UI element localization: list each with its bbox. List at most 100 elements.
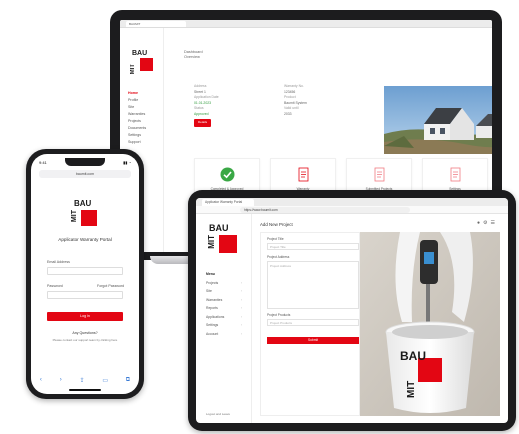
chevron-right-icon: ›: [240, 331, 242, 336]
svg-text:BAU: BAU: [400, 349, 426, 363]
help-title: Any Questions?: [72, 331, 98, 335]
header-icons: ●⚙☰: [477, 220, 498, 226]
house-photo: [384, 86, 492, 154]
phone-screen: 9:41 ▮▮ ◔ baumit.com BAU MIT Applicator …: [31, 154, 139, 394]
page-header: Dashboard Overview: [184, 50, 203, 60]
browser-tab-bar: BAUMIT: [120, 20, 492, 28]
browser-toolbar: ‹ › ⇪ ▭ ⧉: [31, 372, 139, 388]
sidebar-item-profile[interactable]: Profile: [128, 97, 146, 104]
logo-text-top: BAU: [209, 223, 229, 233]
status-bar: 9:41 ▮▮ ◔: [39, 160, 131, 165]
portal-title: Applicator Warranty Portal: [58, 237, 112, 242]
project-products-input[interactable]: Project Products: [267, 319, 359, 326]
sidebar-item-label: Reports: [206, 306, 218, 310]
back-icon[interactable]: ‹: [40, 377, 42, 383]
password-field[interactable]: [47, 291, 123, 299]
phone-device: 9:41 ▮▮ ◔ baumit.com BAU MIT Applicator …: [26, 149, 144, 399]
logo-red-square: [140, 58, 153, 71]
logo-red-square: [219, 235, 237, 253]
sidebar-item-account[interactable]: Account ›: [206, 330, 242, 339]
worker-bucket-photo: BAU MIT: [360, 232, 500, 416]
svg-text:MIT: MIT: [406, 381, 417, 398]
chevron-right-icon: ›: [240, 297, 242, 302]
chevron-right-icon: ›: [240, 289, 242, 293]
tablet-device: Applicator Warranty Portal https://www.b…: [188, 190, 516, 431]
baumit-logo: BAU MIT: [71, 200, 99, 228]
sidebar-menu: Menu Projects › Site › Warranties › Reports…: [206, 270, 242, 338]
browser-tab[interactable]: Applicator Warranty Portal: [202, 199, 254, 206]
sidebar-item-reports[interactable]: Reports ›: [206, 304, 242, 313]
submit-button[interactable]: Submit: [267, 337, 359, 344]
login-button[interactable]: Log in: [47, 312, 123, 321]
tabs-icon[interactable]: ⧉: [126, 377, 130, 384]
sidebar-item-label: Projects: [206, 280, 219, 285]
sidebar: BAU MIT Menu Projects › Site › Warranties ›…: [196, 214, 252, 423]
sidebar-item-settings[interactable]: Settings ›: [206, 321, 242, 330]
forgot-password-link[interactable]: Forgot Password: [97, 284, 124, 288]
browser-toolbar: https://www.baumit.com: [196, 206, 508, 214]
project-title-input[interactable]: Project Title: [267, 243, 359, 250]
new-project-form: Project Title Project Title Project Addr…: [260, 232, 360, 416]
sidebar-item-home[interactable]: Home: [128, 90, 146, 97]
sidebar-item-label: Applications: [206, 314, 225, 319]
password-label: Password: [47, 284, 63, 288]
page-title: Add New Project: [260, 222, 293, 227]
menu-icon[interactable]: ☰: [491, 220, 498, 226]
document-icon: [374, 167, 385, 182]
info-value: 2033: [284, 111, 292, 116]
baumit-logo: BAU MIT: [130, 50, 154, 75]
baumit-logo: BAU MIT: [207, 223, 238, 254]
worker-bucket-graphic: BAU MIT: [360, 232, 500, 416]
bookmarks-icon[interactable]: ▭: [102, 377, 108, 384]
email-field[interactable]: [47, 267, 123, 275]
house-photo-graphic: [384, 86, 492, 154]
field-label: Project Address: [267, 255, 290, 259]
sidebar-item-site[interactable]: Site ›: [206, 287, 242, 296]
sidebar-item-site[interactable]: Site: [128, 104, 146, 111]
info-block-left: Address Street 1 Application Date 01.01.…: [194, 84, 219, 127]
menu-heading-label: Menu: [206, 272, 215, 276]
menu-heading: Menu: [206, 270, 242, 279]
logo-text-top: BAU: [132, 50, 148, 57]
sidebar-item-settings[interactable]: Settings: [128, 132, 146, 139]
browser-tab[interactable]: BAUMIT: [126, 21, 186, 27]
info-label: Application Date: [194, 95, 219, 99]
sidebar-item-support[interactable]: Support: [128, 139, 146, 146]
logout-link[interactable]: Logout and Leave: [206, 412, 230, 416]
info-block-right: Warranty No. 123456 Product Baumit Syste…: [284, 84, 307, 117]
info-label: Warranty No.: [284, 84, 304, 88]
sidebar-item-projects[interactable]: Projects: [128, 118, 146, 125]
chevron-right-icon: ›: [240, 314, 242, 319]
logo-text-bottom: MIT: [207, 235, 216, 249]
sidebar-menu: Home Profile Site Warranties Projects Do…: [128, 90, 146, 146]
check-circle-icon: [220, 167, 235, 182]
sidebar-item-documents[interactable]: Documents: [128, 125, 146, 132]
chevron-right-icon: ›: [240, 280, 242, 285]
help-text[interactable]: Please contact our support team by click…: [31, 338, 139, 342]
project-address-textarea[interactable]: Project Address: [267, 261, 359, 309]
sidebar-item-warranties[interactable]: Warranties: [128, 111, 146, 118]
field-label: Project Products: [267, 313, 291, 317]
address-bar[interactable]: https://www.baumit.com: [240, 207, 410, 213]
logo-text-bottom: MIT: [71, 210, 78, 223]
sidebar-item-applications[interactable]: Applications ›: [206, 313, 242, 322]
browser-tab-bar: Applicator Warranty Portal: [196, 198, 508, 206]
settings-icon[interactable]: ⚙: [483, 220, 490, 226]
details-button[interactable]: Details: [194, 119, 212, 127]
home-indicator: [69, 389, 101, 391]
share-icon[interactable]: ⇪: [79, 377, 84, 384]
sidebar-item-projects[interactable]: Projects ›: [206, 279, 242, 288]
sidebar-item-label: Site: [206, 289, 212, 293]
forward-icon[interactable]: ›: [60, 377, 62, 383]
address-bar[interactable]: baumit.com: [39, 170, 131, 178]
logo-red-square: [81, 210, 97, 226]
sidebar-item-warranties[interactable]: Warranties ›: [206, 296, 242, 305]
chevron-right-icon: ›: [240, 323, 242, 327]
info-value: Approved: [194, 111, 209, 116]
logo-text-bottom: MIT: [130, 64, 136, 75]
sidebar-item-label: Settings: [206, 323, 219, 327]
tablet-screen: Applicator Warranty Portal https://www.b…: [196, 198, 508, 423]
document-icon: [298, 167, 309, 182]
sidebar-item-label: Account: [206, 331, 219, 336]
signal-icon: ▮▮ ◔: [123, 160, 131, 165]
